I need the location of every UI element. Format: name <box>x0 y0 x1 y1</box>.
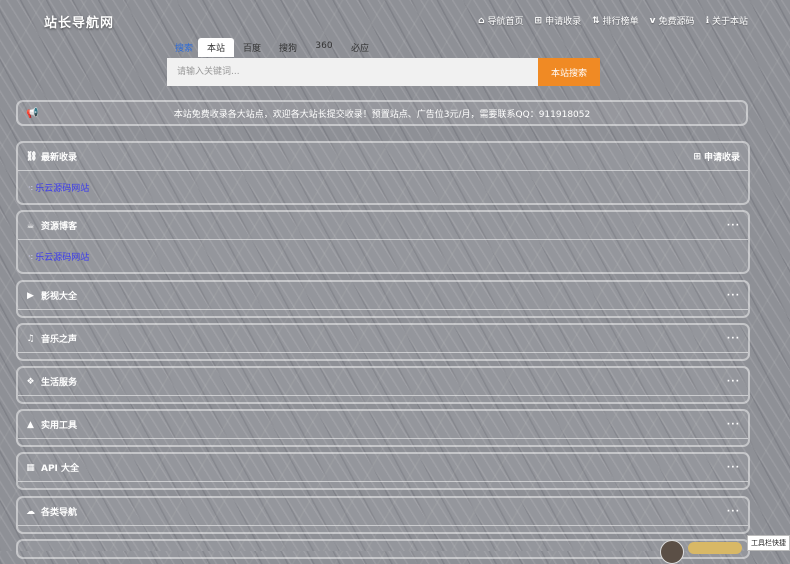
panel-video-header: ▶ 影视大全 ··· <box>18 282 748 310</box>
nav-home[interactable]: ⌂ 导航首页 <box>478 14 524 28</box>
panel-api-header: ▦ API 大全 ··· <box>18 454 748 482</box>
avatar-badge <box>688 542 742 554</box>
cloud-icon: ☁ <box>26 506 35 517</box>
panel-tools-title: 实用工具 <box>41 421 78 431</box>
nav-apply[interactable]: ⊞ 申请收录 <box>534 14 582 28</box>
nav-about[interactable]: ℹ 关于本站 <box>705 14 748 28</box>
panel-tools: ▲ 实用工具 ··· <box>16 409 750 447</box>
panel-partial <box>16 539 750 559</box>
tab-baidu[interactable]: 百度 <box>234 38 270 57</box>
panel-nav: ☁ 各类导航 ··· <box>16 496 750 534</box>
avatar[interactable] <box>660 540 684 564</box>
panel-api: ▦ API 大全 ··· <box>16 452 750 490</box>
site-logo[interactable]: 站长导航网 <box>44 12 114 31</box>
graduation-cap-icon: ▲ <box>27 419 34 430</box>
search-bar: 本站搜索 <box>167 58 600 86</box>
bullet-icon: ·: <box>28 182 34 192</box>
more-button[interactable]: ··· <box>727 291 740 301</box>
plus-square-icon: ⊞ <box>534 15 543 26</box>
search-input[interactable] <box>167 58 538 86</box>
more-button[interactable]: ··· <box>727 334 740 344</box>
link-icon: ⛓ <box>26 151 38 162</box>
more-button[interactable]: ··· <box>727 507 740 517</box>
panel-music-header: ♫ 音乐之声 ··· <box>18 325 748 353</box>
nav-home-label: 导航首页 <box>487 17 524 27</box>
panel-blog-body: ·: 乐云源码网站 <box>18 240 748 272</box>
tab-sogou[interactable]: 搜狗 <box>270 38 306 57</box>
panel-blog: ☕ 资源博客 ··· ·: 乐云源码网站 <box>16 210 750 274</box>
tab-bing[interactable]: 必应 <box>342 38 378 57</box>
cubes-icon: ❖ <box>26 376 35 387</box>
nav-ranking[interactable]: ⇅ 排行榜单 <box>592 14 639 28</box>
panel-latest-body: ·: 乐云源码网站 <box>18 171 748 203</box>
apply-listing-button[interactable]: ⊞ 申请收录 <box>693 150 740 164</box>
toolbar-shortcut[interactable]: 工具栏快捷 <box>747 535 790 551</box>
home-icon: ⌂ <box>478 15 485 26</box>
search-button[interactable]: 本站搜索 <box>538 58 600 86</box>
nav-about-label: 关于本站 <box>711 17 748 27</box>
more-button[interactable]: ··· <box>727 463 740 473</box>
panel-tools-header: ▲ 实用工具 ··· <box>18 411 748 439</box>
notice-text: 本站免费收录各大站点，欢迎各大站长提交收录！预置站点、广告位3元/月，需要联系Q… <box>173 109 591 120</box>
music-icon: ♫ <box>26 333 35 344</box>
apply-listing-label: 申请收录 <box>703 153 740 163</box>
notice-bar: 📢 本站免费收录各大站点，欢迎各大站长提交收录！预置站点、广告位3元/月，需要联… <box>16 100 748 126</box>
panel-api-title: API 大全 <box>41 464 80 474</box>
cup-icon: ☕ <box>26 220 35 231</box>
plus-square-icon: ⊞ <box>693 151 701 162</box>
tab-360[interactable]: 360 <box>306 38 342 57</box>
video-icon: ▶ <box>27 290 34 301</box>
tab-site[interactable]: 本站 <box>198 38 234 57</box>
sort-icon: ⇅ <box>592 15 600 26</box>
more-button[interactable]: ··· <box>727 377 740 387</box>
nav-free-source-label: 免费源码 <box>658 17 695 27</box>
panel-life-header: ❖ 生活服务 ··· <box>18 368 748 396</box>
panel-music-title: 音乐之声 <box>41 335 78 345</box>
panel-latest-header: ⛓ 最新收录 ⊞ 申请收录 <box>18 143 748 171</box>
panel-nav-header: ☁ 各类导航 ··· <box>18 498 748 526</box>
more-button[interactable]: ··· <box>727 221 740 231</box>
search-tabs-label: 搜索 <box>174 44 193 54</box>
info-icon: ℹ <box>705 15 709 26</box>
panel-latest: ⛓ 最新收录 ⊞ 申请收录 ·: 乐云源码网站 <box>16 141 750 205</box>
bullet-icon: ·: <box>28 251 34 261</box>
panel-nav-title: 各类导航 <box>41 508 78 518</box>
panel-life: ❖ 生活服务 ··· <box>16 366 750 404</box>
panel-life-title: 生活服务 <box>41 378 78 388</box>
panel-video: ▶ 影视大全 ··· <box>16 280 750 318</box>
panel-blog-title: 资源博客 <box>41 222 78 232</box>
site-link[interactable]: 乐云源码网站 <box>35 250 89 263</box>
nav-apply-label: 申请收录 <box>545 17 582 27</box>
more-button[interactable]: ··· <box>727 420 740 430</box>
site-link[interactable]: 乐云源码网站 <box>35 181 89 194</box>
panel-blog-header: ☕ 资源博客 ··· <box>18 212 748 240</box>
nav-ranking-label: 排行榜单 <box>602 17 639 27</box>
nav-free-source[interactable]: v 免费源码 <box>649 14 695 28</box>
panel-video-title: 影视大全 <box>41 292 78 302</box>
search-engine-tabs: 搜索 本站 百度 搜狗 360 必应 <box>170 38 378 57</box>
vimeo-icon: v <box>649 15 656 26</box>
grid-icon: ▦ <box>26 462 35 473</box>
panel-music: ♫ 音乐之声 ··· <box>16 323 750 361</box>
top-navigation: ⌂ 导航首页 ⊞ 申请收录 ⇅ 排行榜单 v 免费源码 ℹ 关于本站 <box>478 14 748 28</box>
panel-latest-title: 最新收录 <box>41 153 78 163</box>
